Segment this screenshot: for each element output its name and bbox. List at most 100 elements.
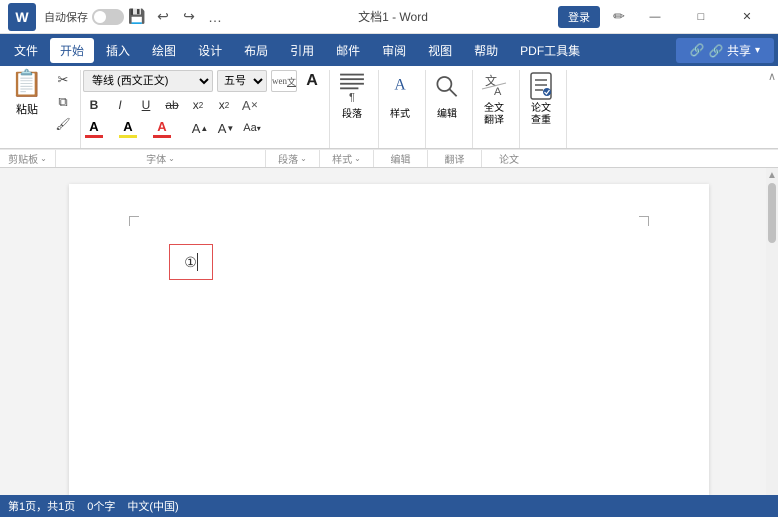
font-expand-icon[interactable]: ⌄ <box>168 154 175 163</box>
full-translate-button[interactable]: 文 A 全文翻译 <box>475 70 513 128</box>
svg-text:A: A <box>394 76 406 93</box>
underline-button[interactable]: U <box>135 95 157 115</box>
menu-mail[interactable]: 邮件 <box>326 38 370 63</box>
para-expand-icon[interactable]: ⌄ <box>300 154 307 163</box>
format-painter-button[interactable]: 🖌 <box>52 114 74 134</box>
autosave-toggle[interactable] <box>92 9 124 25</box>
cursor-char: ① <box>184 254 197 271</box>
pen-button[interactable]: ✏ <box>606 4 632 30</box>
menu-references[interactable]: 引用 <box>280 38 324 63</box>
paste-label: 粘贴 <box>16 101 38 117</box>
para-label: 段落 ⌄ <box>266 150 320 167</box>
close-button[interactable]: ✕ <box>724 0 770 34</box>
menu-review[interactable]: 审阅 <box>372 38 416 63</box>
autosave-area: 自动保存 <box>44 9 124 25</box>
redo-button[interactable]: ↪ <box>176 4 202 30</box>
corner-mark-tl <box>129 216 139 226</box>
vertical-scrollbar[interactable]: ▲ <box>766 168 778 495</box>
maximize-button[interactable]: □ <box>678 0 724 34</box>
more-button[interactable]: … <box>202 4 228 30</box>
menu-pdf[interactable]: PDF工具集 <box>510 38 590 63</box>
font-size-select[interactable]: 五号 小四 四号 <box>217 70 267 92</box>
translate-label-bottom: 翻译 <box>428 150 482 167</box>
aa-button[interactable]: Aa▾ <box>241 118 263 138</box>
svg-text:A: A <box>494 86 502 98</box>
wen-label: wen <box>272 76 287 86</box>
share-button[interactable]: 🔗 🔗 共享 ▾ <box>676 38 774 63</box>
subscript-button[interactable]: x2 <box>187 95 209 115</box>
paste-icon: 📋 <box>11 68 43 99</box>
article-group: 论文查重 <box>522 70 567 148</box>
menu-home[interactable]: 开始 <box>50 38 94 63</box>
style-content: A 样式 <box>381 70 419 120</box>
autosave-label: 自动保存 <box>44 9 88 25</box>
menu-help[interactable]: 帮助 <box>464 38 508 63</box>
scrollbar-thumb[interactable] <box>768 183 776 243</box>
paste-area: 📋 粘贴 <box>4 70 50 134</box>
style-label-bottom: 样式 ⌄ <box>320 150 374 167</box>
paragraph-content: ¶ 段落 <box>332 70 372 120</box>
document-page[interactable]: ① <box>69 184 709 495</box>
copy-button[interactable]: ⧉ <box>52 92 74 112</box>
style-label: 样式 <box>390 105 410 120</box>
style-expand-icon[interactable]: ⌄ <box>354 154 361 163</box>
menu-insert[interactable]: 插入 <box>96 38 140 63</box>
font-size-up-button[interactable]: A▲ <box>189 118 211 138</box>
clear-format-button[interactable]: A✕ <box>239 95 261 115</box>
menu-bar: 文件 开始 插入 绘图 设计 布局 引用 邮件 审阅 视图 帮助 PDF工具集 … <box>0 34 778 66</box>
ribbon-collapse-button[interactable]: ∧ <box>768 70 776 83</box>
title-bar: W 自动保存 💾 ↩ ↪ … 文档1 - Word 登录 ✏ — □ ✕ <box>0 0 778 34</box>
font-row1: 等线 (西文正文) 五号 小四 四号 wen 文 A <box>83 70 323 92</box>
toggle-knob <box>94 11 106 23</box>
minimize-button[interactable]: — <box>632 0 678 34</box>
edit-label-bottom: 编辑 <box>374 150 428 167</box>
menu-draw[interactable]: 绘图 <box>142 38 186 63</box>
svg-text:¶: ¶ <box>349 91 355 103</box>
window-controls: — □ ✕ <box>632 0 770 34</box>
italic-button[interactable]: I <box>109 95 131 115</box>
clipboard-small-icons: ✂ ⧉ 🖌 <box>52 70 74 134</box>
save-button[interactable]: 💾 <box>124 4 150 30</box>
font-color2-button[interactable]: A <box>151 119 173 138</box>
share-label: 🔗 共享 <box>709 42 751 59</box>
paste-button[interactable]: 📋 粘贴 <box>5 70 49 114</box>
translate-content: 文 A 全文翻译 <box>475 70 513 128</box>
status-bar: 第1页，共1页 0个字 中文(中国) <box>0 495 778 517</box>
undo-icon: ↩ <box>157 8 169 25</box>
translate-group: 文 A 全文翻译 <box>475 70 520 148</box>
superscript-button[interactable]: x2 <box>213 95 235 115</box>
cut-button[interactable]: ✂ <box>52 70 74 90</box>
font-a-large-button[interactable]: A <box>301 70 323 92</box>
menu-file[interactable]: 文件 <box>4 38 48 63</box>
wen-sub: 文 <box>287 75 296 88</box>
font-color-button[interactable]: A <box>83 119 105 138</box>
font-family-select[interactable]: 等线 (西文正文) <box>83 70 213 92</box>
article-check-button[interactable]: 论文查重 <box>522 70 560 128</box>
login-button[interactable]: 登录 <box>558 6 600 28</box>
save-icon: 💾 <box>128 8 145 25</box>
undo-button[interactable]: ↩ <box>150 4 176 30</box>
edit-label: 编辑 <box>437 105 457 120</box>
strikethrough-button[interactable]: ab <box>161 95 183 115</box>
menu-view[interactable]: 视图 <box>418 38 462 63</box>
document-area: ① ▲ <box>0 168 778 495</box>
bold-button[interactable]: B <box>83 95 105 115</box>
clipboard-expand-icon[interactable]: ⌄ <box>40 154 47 163</box>
pen-icon: ✏ <box>613 8 625 25</box>
font-group: 等线 (西文正文) 五号 小四 四号 wen 文 A B <box>83 70 330 148</box>
font-size-down-button[interactable]: A▼ <box>215 118 237 138</box>
scroll-up-arrow[interactable]: ▲ <box>767 170 777 181</box>
window-title: 文档1 - Word <box>228 8 558 25</box>
ribbon-labels-row: 剪贴板 ⌄ 字体 ⌄ 段落 ⌄ 样式 ⌄ 编辑 翻译 论文 <box>0 149 778 167</box>
style-button[interactable]: A 样式 <box>381 70 419 120</box>
edit-content: 编辑 <box>428 70 466 120</box>
menu-layout[interactable]: 布局 <box>234 38 278 63</box>
edit-button[interactable]: 编辑 <box>428 70 466 120</box>
menu-design[interactable]: 设计 <box>188 38 232 63</box>
font-row3: A A A A▲ A▼ Aa▾ <box>83 118 323 138</box>
paragraph-button[interactable]: ¶ 段落 <box>332 70 372 120</box>
highlight-color-button[interactable]: A <box>117 119 139 138</box>
share-icon: 🔗 <box>690 43 705 57</box>
language: 中文(中国) <box>127 498 178 514</box>
wen-icon[interactable]: wen 文 <box>271 70 297 92</box>
